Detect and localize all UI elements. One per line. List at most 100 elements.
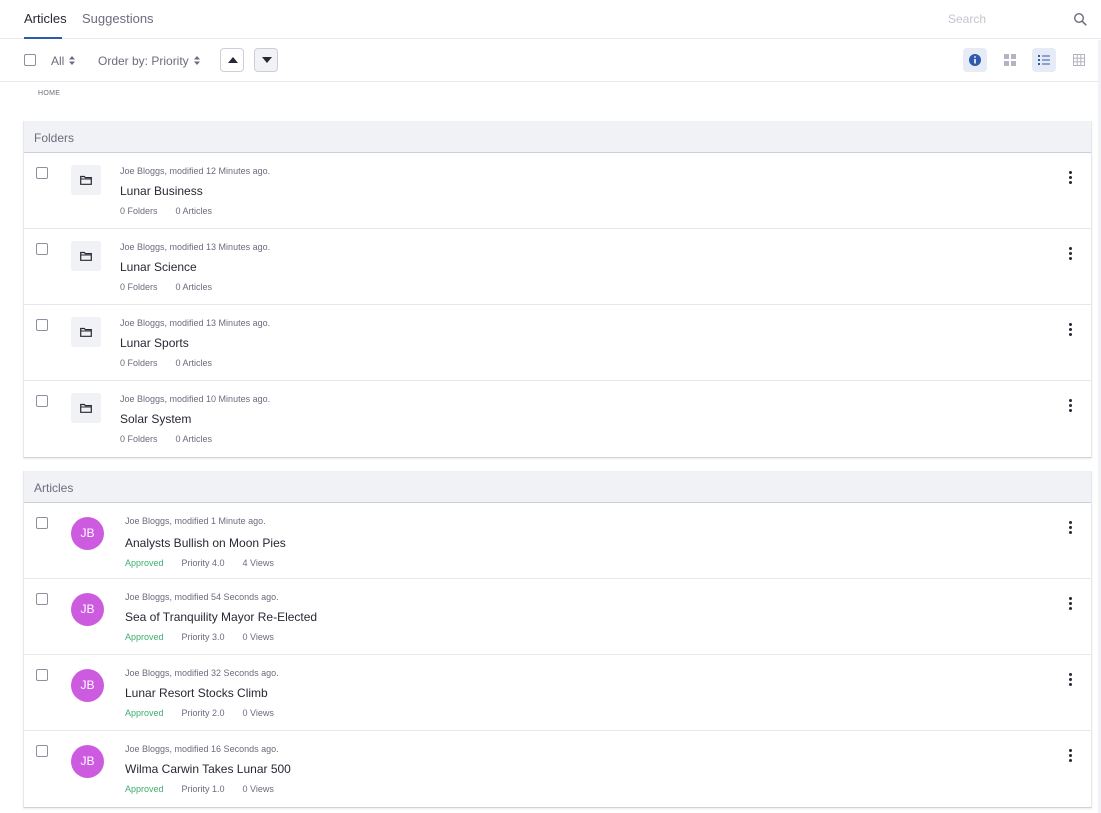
folder-counts: 0 Folders 0 Articles [120,282,230,292]
cards-view-icon [1004,54,1016,66]
article-meta: Joe Bloggs, modified 1 Minute ago. [125,516,266,526]
status-label: Approved [125,632,164,642]
tab-articles[interactable]: Articles [24,11,67,26]
row-checkbox[interactable] [36,167,48,179]
row-checkbox[interactable] [36,593,48,605]
search-icon[interactable] [1073,12,1087,26]
kebab-menu-icon[interactable] [1069,399,1073,413]
order-by-dropdown[interactable]: Order by: Priority [98,54,200,68]
article-row[interactable]: JB Joe Bloggs, modified 1 Minute ago. An… [24,503,1091,579]
article-row[interactable]: JB Joe Bloggs, modified 32 Seconds ago. … [24,655,1091,731]
avatar: JB [71,517,104,550]
sort-arrows-icon [193,56,200,66]
table-view-button[interactable] [1067,48,1091,72]
views-label: 0 Views [242,708,274,718]
folder-icon [71,165,101,195]
article-info: Approved Priority 1.0 0 Views [125,784,292,794]
views-label: 4 Views [242,558,274,568]
folder-row[interactable]: Joe Bloggs, modified 13 Minutes ago. Lun… [24,229,1091,305]
list-view-button[interactable] [1032,48,1056,72]
sort-ascending-button[interactable] [220,48,244,72]
top-navigation: Articles Suggestions [0,0,1101,39]
status-label: Approved [125,558,164,568]
articles-count: 0 Articles [175,206,213,216]
folders-count: 0 Folders [120,206,158,216]
article-info: Approved Priority 3.0 0 Views [125,632,292,642]
active-tab-indicator [24,37,62,39]
avatar: JB [71,669,104,702]
article-title[interactable]: Sea of Tranquility Mayor Re-Elected [125,610,317,624]
folder-meta: Joe Bloggs, modified 13 Minutes ago. [120,242,271,252]
info-icon [969,54,981,66]
avatar: JB [71,593,104,626]
select-all-checkbox[interactable] [24,54,36,66]
folder-icon [71,317,101,347]
folder-row[interactable]: Joe Bloggs, modified 10 Minutes ago. Sol… [24,381,1091,457]
folder-row[interactable]: Joe Bloggs, modified 12 Minutes ago. Lun… [24,153,1091,229]
folder-title[interactable]: Solar System [120,412,191,426]
kebab-menu-icon[interactable] [1069,749,1073,763]
status-label: Approved [125,784,164,794]
article-info: Approved Priority 2.0 0 Views [125,708,292,718]
sort-descending-button[interactable] [254,48,278,72]
info-button[interactable] [963,48,987,72]
kebab-menu-icon[interactable] [1069,171,1073,185]
folders-count: 0 Folders [120,434,158,444]
kebab-menu-icon[interactable] [1069,247,1073,261]
article-title[interactable]: Lunar Resort Stocks Climb [125,686,268,700]
article-title[interactable]: Analysts Bullish on Moon Pies [125,536,286,550]
articles-count: 0 Articles [175,358,213,368]
folder-icon [71,241,101,271]
caret-up-icon [228,57,238,63]
articles-count: 0 Articles [175,434,213,444]
kebab-menu-icon[interactable] [1069,521,1073,535]
cards-view-button[interactable] [998,48,1022,72]
views-label: 0 Views [242,784,274,794]
row-checkbox[interactable] [36,745,48,757]
row-checkbox[interactable] [36,517,48,529]
caret-down-icon [262,57,272,63]
row-checkbox[interactable] [36,669,48,681]
article-info: Approved Priority 4.0 4 Views [125,558,292,568]
folders-panel: Folders Joe Bloggs, modified 12 Minutes … [23,121,1092,458]
articles-header: Articles [24,471,1091,503]
article-title[interactable]: Wilma Carwin Takes Lunar 500 [125,762,291,776]
kebab-menu-icon[interactable] [1069,323,1073,337]
filter-dropdown[interactable]: All [51,54,76,68]
priority-label: Priority 3.0 [181,632,225,642]
folder-title[interactable]: Lunar Sports [120,336,189,350]
row-checkbox[interactable] [36,319,48,331]
article-meta: Joe Bloggs, modified 32 Seconds ago. [125,668,279,678]
folder-meta: Joe Bloggs, modified 10 Minutes ago. [120,394,271,404]
folder-meta: Joe Bloggs, modified 12 Minutes ago. [120,166,271,176]
folder-row[interactable]: Joe Bloggs, modified 13 Minutes ago. Lun… [24,305,1091,381]
row-checkbox[interactable] [36,243,48,255]
avatar: JB [71,745,104,778]
table-view-icon [1073,54,1085,66]
sort-arrows-icon [69,56,76,66]
kebab-menu-icon[interactable] [1069,673,1073,687]
priority-label: Priority 2.0 [181,708,225,718]
folders-header: Folders [24,121,1091,153]
article-row[interactable]: JB Joe Bloggs, modified 54 Seconds ago. … [24,579,1091,655]
folder-counts: 0 Folders 0 Articles [120,434,230,444]
article-meta: Joe Bloggs, modified 16 Seconds ago. [125,744,279,754]
folders-count: 0 Folders [120,282,158,292]
folder-meta: Joe Bloggs, modified 13 Minutes ago. [120,318,271,328]
folder-title[interactable]: Lunar Business [120,184,203,198]
status-label: Approved [125,708,164,718]
management-toolbar: All Order by: Priority [0,40,1101,82]
folder-title[interactable]: Lunar Science [120,260,197,274]
tab-suggestions[interactable]: Suggestions [82,11,154,26]
breadcrumb[interactable]: HOME [38,90,60,97]
priority-label: Priority 1.0 [181,784,225,794]
article-row[interactable]: JB Joe Bloggs, modified 16 Seconds ago. … [24,731,1091,807]
folder-counts: 0 Folders 0 Articles [120,358,230,368]
row-checkbox[interactable] [36,395,48,407]
folder-counts: 0 Folders 0 Articles [120,206,230,216]
kebab-menu-icon[interactable] [1069,597,1073,611]
articles-panel: Articles JB Joe Bloggs, modified 1 Minut… [23,471,1092,808]
priority-label: Priority 4.0 [181,558,225,568]
articles-count: 0 Articles [175,282,213,292]
search-input[interactable] [940,6,1060,32]
